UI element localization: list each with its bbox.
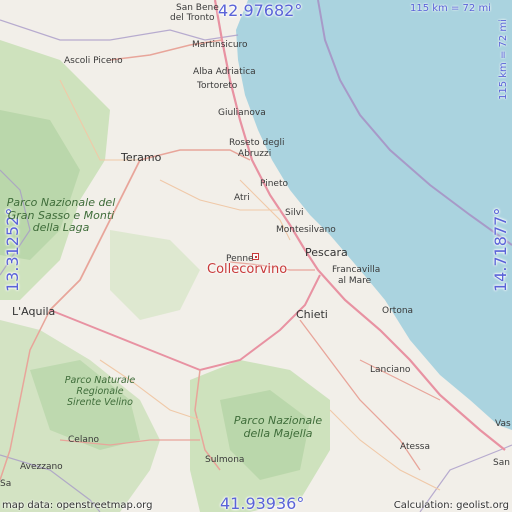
town-label: Martinsicuro bbox=[192, 40, 248, 50]
town-label: Ascoli Piceno bbox=[64, 56, 123, 66]
park-label-gran-sasso: Parco Nazionale del Gran Sasso e Monti d… bbox=[6, 196, 116, 235]
scale-right: 115 km = 72 mi bbox=[498, 19, 509, 100]
attribution-link[interactable]: map data: openstreetmap.org bbox=[2, 500, 152, 511]
scale-top: 115 km = 72 mi bbox=[410, 3, 491, 14]
town-label: Giulianova bbox=[218, 108, 266, 118]
town-label: al Mare bbox=[338, 276, 372, 286]
town-label: Avezzano bbox=[20, 462, 63, 472]
coord-top: 42.97682° bbox=[218, 1, 303, 20]
city-label: Chieti bbox=[296, 308, 328, 321]
town-label: San bbox=[493, 458, 510, 468]
coord-right: 14.71877° bbox=[491, 207, 510, 292]
town-label: del Tronto bbox=[170, 13, 215, 23]
town-label: Atri bbox=[234, 193, 250, 203]
town-label: Francavilla bbox=[332, 265, 381, 275]
town-label: San Bene bbox=[176, 3, 219, 13]
town-label: Alba Adriatica bbox=[193, 67, 256, 77]
park-label-majella: Parco Nazionale della Majella bbox=[233, 414, 323, 440]
city-label: L'Aquila bbox=[12, 305, 56, 318]
park-label-sirente: Parco Naturale Regionale Sirente Velino bbox=[64, 375, 136, 408]
town-label: Vas bbox=[495, 419, 511, 429]
town-label: Montesilvano bbox=[276, 225, 336, 235]
town-label: Sa bbox=[0, 479, 12, 489]
town-label: Pineto bbox=[260, 179, 289, 189]
town-label: Celano bbox=[68, 435, 100, 445]
town-label: Silvi bbox=[285, 208, 304, 218]
city-label: Pescara bbox=[305, 246, 348, 259]
coord-bottom: 41.93936° bbox=[220, 494, 305, 512]
town-label: Lanciano bbox=[370, 365, 411, 375]
town-label: Roseto degli bbox=[229, 138, 285, 148]
calculation-link[interactable]: Calculation: geolist.org bbox=[394, 500, 509, 511]
city-label: Teramo bbox=[121, 151, 162, 164]
town-label: Penne bbox=[226, 254, 254, 264]
town-label: Tortoreto bbox=[197, 81, 238, 91]
town-label: Sulmona bbox=[205, 455, 245, 465]
town-label: Abruzzi bbox=[238, 149, 272, 159]
town-label: Atessa bbox=[400, 442, 430, 452]
town-label: Ortona bbox=[382, 306, 414, 316]
place-label[interactable]: Collecorvino bbox=[207, 262, 287, 277]
map-view[interactable]: 42.97682° 41.93936° 13.31252° 14.71877° … bbox=[0, 0, 512, 512]
